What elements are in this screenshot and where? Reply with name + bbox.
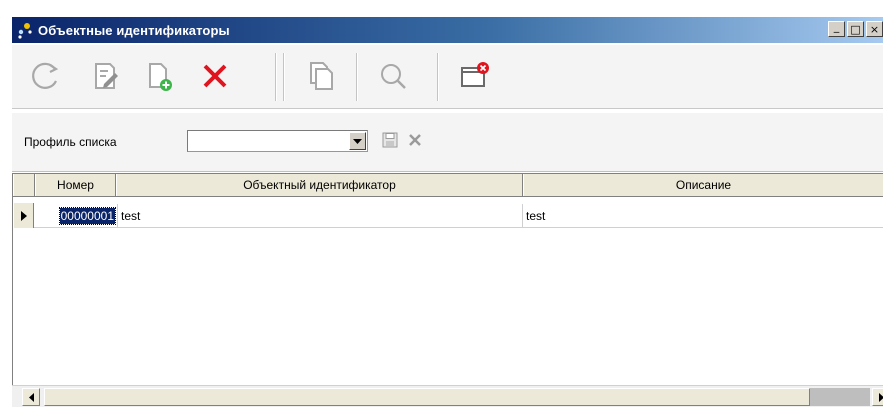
refresh-button[interactable] (22, 53, 68, 99)
column-header-number[interactable]: Номер (35, 174, 116, 196)
column-header-description[interactable]: Описание (523, 174, 883, 196)
scroll-left-button[interactable] (22, 388, 40, 406)
cell-number[interactable]: 00000001 (38, 204, 117, 227)
minimize-button[interactable]: _ (828, 21, 845, 37)
cell-description[interactable]: test (523, 204, 883, 227)
delete-icon (203, 64, 227, 88)
arrow-right-icon (878, 392, 883, 402)
title-bar[interactable]: Объектные идентификаторы _ □ × (12, 17, 883, 43)
maximize-icon: □ (850, 22, 861, 36)
copy-icon (310, 62, 333, 90)
horizontal-scrollbar[interactable] (12, 385, 883, 407)
close-window-button[interactable] (452, 53, 498, 99)
cell-identifier[interactable]: test (117, 204, 523, 227)
window-title: Объектные идентификаторы (38, 22, 230, 38)
data-grid: Номер Объектный идентификатор Описание 0… (12, 173, 883, 407)
refresh-icon (32, 62, 59, 89)
scroll-right-button[interactable] (872, 388, 883, 406)
toolbar-separator (283, 53, 285, 101)
close-window-icon (461, 62, 489, 87)
close-icon: × (869, 22, 880, 36)
toolbar (12, 44, 883, 109)
search-icon (381, 64, 406, 89)
app-icon (16, 20, 36, 40)
profile-bar: Профиль списка (12, 112, 883, 172)
delete-profile-icon[interactable] (408, 134, 422, 146)
toolbar-separator (356, 53, 358, 101)
edit-document-icon (95, 63, 118, 89)
toolbar-separator (275, 53, 277, 101)
row-indicator-header (13, 174, 35, 196)
delete-button[interactable] (192, 53, 238, 99)
toolbar-separator (437, 53, 439, 101)
arrow-left-icon (28, 392, 34, 402)
column-header-identifier[interactable]: Объектный идентификатор (116, 174, 523, 196)
add-button[interactable] (136, 53, 182, 99)
table-row[interactable]: 00000001 test test (13, 203, 883, 228)
chevron-down-icon[interactable] (349, 132, 366, 150)
edit-button[interactable] (82, 53, 128, 99)
close-button[interactable]: × (866, 21, 883, 37)
current-row-indicator-icon (13, 203, 34, 228)
scroll-track[interactable] (810, 388, 870, 406)
profile-select[interactable] (187, 130, 368, 152)
scroll-thumb[interactable] (44, 388, 810, 406)
copy-button[interactable] (298, 53, 344, 99)
profile-label: Профиль списка (24, 135, 117, 149)
save-profile-icon[interactable] (382, 132, 398, 148)
search-button[interactable] (370, 53, 416, 99)
minimize-icon: _ (833, 20, 840, 33)
grid-header: Номер Объектный идентификатор Описание (13, 174, 883, 197)
add-document-icon (149, 63, 172, 91)
window: Объектные идентификаторы _ □ × Профиль с… (0, 0, 883, 407)
maximize-button[interactable]: □ (847, 21, 864, 37)
title-controls: _ □ × (828, 21, 883, 37)
